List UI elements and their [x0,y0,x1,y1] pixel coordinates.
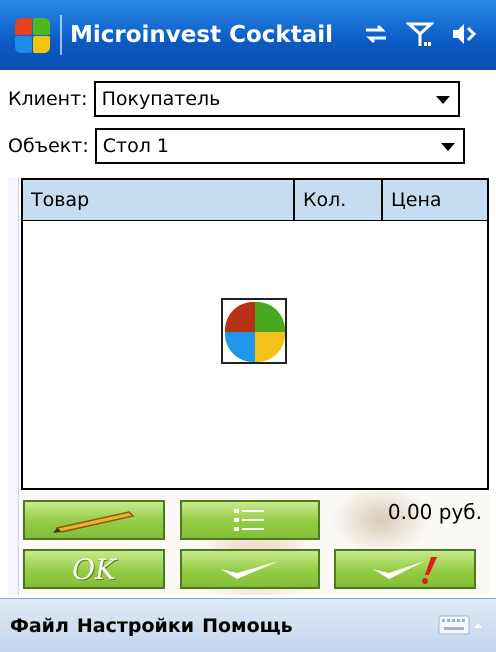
object-value: Стол 1 [102,135,169,157]
client-label: Клиент: [8,88,88,110]
client-row: Клиент: Покупатель [8,80,460,118]
edit-button[interactable] [23,500,165,540]
object-row: Объект: Стол 1 [8,127,465,165]
order-total: 0.00 руб. [387,500,482,524]
column-header-price[interactable]: Цена [383,180,487,220]
window-title: Microinvest Cocktail [70,22,333,48]
checkmark-icon [221,561,279,579]
menu-file[interactable]: Файл [10,615,69,637]
connectivity-icon[interactable] [362,18,390,50]
pencil-icon [53,511,135,533]
table-header: Товар Кол. Цена [23,180,487,221]
list-button[interactable] [180,500,320,540]
client-value: Покупатель [101,88,221,110]
keyboard-icon[interactable] [438,613,482,637]
column-header-product[interactable]: Товар [23,180,295,220]
confirm-alert-button[interactable] [334,549,476,589]
status-icons [362,18,478,50]
ok-button[interactable]: OK [23,549,165,589]
column-header-quantity[interactable]: Кол. [295,180,383,220]
menu-settings[interactable]: Настройки [77,615,194,637]
confirm-button[interactable] [180,549,320,589]
menu-bar: Файл Настройки Помощь [0,598,496,652]
windows-logo-icon [221,298,287,364]
signal-icon[interactable] [405,18,435,50]
client-dropdown[interactable]: Покупатель [93,81,460,117]
object-dropdown[interactable]: Стол 1 [94,128,465,164]
chevron-down-icon[interactable] [435,96,450,104]
items-table[interactable]: Товар Кол. Цена [21,178,489,490]
ok-label: OK [72,552,116,586]
list-icon [234,509,264,531]
left-strip [8,178,19,596]
speaker-icon[interactable] [450,18,478,50]
title-bar: Microinvest Cocktail [0,0,496,70]
chevron-down-icon[interactable] [440,143,455,151]
menu-help[interactable]: Помощь [202,615,293,637]
object-label: Объект: [8,135,89,157]
checkmark-exclamation-icon [373,557,437,584]
windows-start-icon[interactable] [12,15,52,55]
